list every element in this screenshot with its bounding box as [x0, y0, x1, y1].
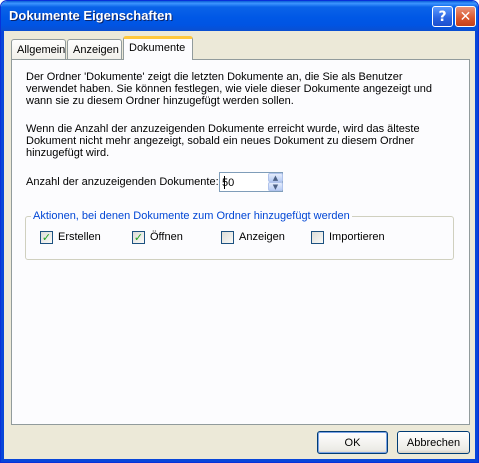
window-border-left: [1, 31, 4, 462]
checkbox-anzeigen[interactable]: Anzeigen: [221, 230, 285, 244]
text-cursor: [224, 176, 225, 189]
chevron-up-icon: ▲: [272, 173, 279, 182]
checkbox-oeffnen[interactable]: ✓ Öffnen: [132, 230, 183, 244]
checkbox-importieren[interactable]: Importieren: [311, 230, 385, 244]
tab-label: Allgemein: [17, 44, 66, 56]
window-title: Dokumente Eigenschaften: [9, 8, 173, 23]
checkbox-box[interactable]: [311, 230, 324, 244]
checkbox-erstellen[interactable]: ✓ Erstellen: [40, 230, 101, 244]
question-mark-icon: ?: [438, 8, 447, 25]
checkbox-label: Importieren: [329, 231, 385, 243]
checkbox-label: Anzeigen: [239, 231, 285, 243]
spin-down-button[interactable]: ▼: [268, 182, 283, 191]
document-count-label: Anzahl der anzuzeigenden Dokumente:: [26, 176, 219, 188]
spin-up-button[interactable]: ▲: [268, 173, 283, 182]
tab-anzeigen[interactable]: Anzeigen: [67, 39, 122, 59]
ok-button[interactable]: OK: [317, 431, 388, 454]
tab-label: Dokumente: [129, 42, 186, 54]
checkmark-icon: ✓: [133, 230, 144, 244]
checkbox-box[interactable]: ✓: [40, 230, 53, 244]
close-button[interactable]: ✕: [455, 6, 476, 27]
checkbox-box[interactable]: ✓: [132, 230, 145, 244]
checkmark-icon: ✓: [41, 230, 52, 244]
help-button[interactable]: ?: [432, 6, 453, 27]
checkbox-box[interactable]: [221, 230, 234, 244]
title-bar[interactable]: Dokumente Eigenschaften ? ✕: [1, 1, 478, 31]
dialog-window: Dokumente Eigenschaften ? ✕ Allgemein An…: [0, 0, 479, 463]
tab-label: Anzeigen: [73, 44, 119, 56]
tab-panel-dokumente: Der Ordner 'Dokumente' zeigt die letzten…: [11, 59, 470, 425]
ok-button-label: OK: [344, 436, 361, 449]
cancel-button-label: Abbrechen: [406, 436, 461, 449]
checkbox-label: Erstellen: [58, 231, 101, 243]
close-icon: ✕: [459, 8, 472, 25]
chevron-down-icon: ▼: [272, 182, 279, 191]
tab-allgemein[interactable]: Allgemein: [11, 39, 66, 59]
description-paragraph-2: Wenn die Anzahl der anzuzeigenden Dokume…: [26, 123, 420, 159]
actions-group-legend: Aktionen, bei denen Dokumente zum Ordner…: [31, 210, 352, 222]
document-count-input[interactable]: [222, 176, 262, 190]
window-border-right: [475, 31, 478, 462]
description-paragraph-1: Der Ordner 'Dokumente' zeigt die letzten…: [26, 71, 433, 107]
cancel-button[interactable]: Abbrechen: [397, 431, 470, 454]
tab-dokumente[interactable]: Dokumente: [123, 36, 193, 60]
checkbox-label: Öffnen: [150, 231, 183, 243]
document-count-spinner[interactable]: ▲ ▼: [219, 172, 283, 192]
window-border-bottom: [1, 459, 478, 462]
